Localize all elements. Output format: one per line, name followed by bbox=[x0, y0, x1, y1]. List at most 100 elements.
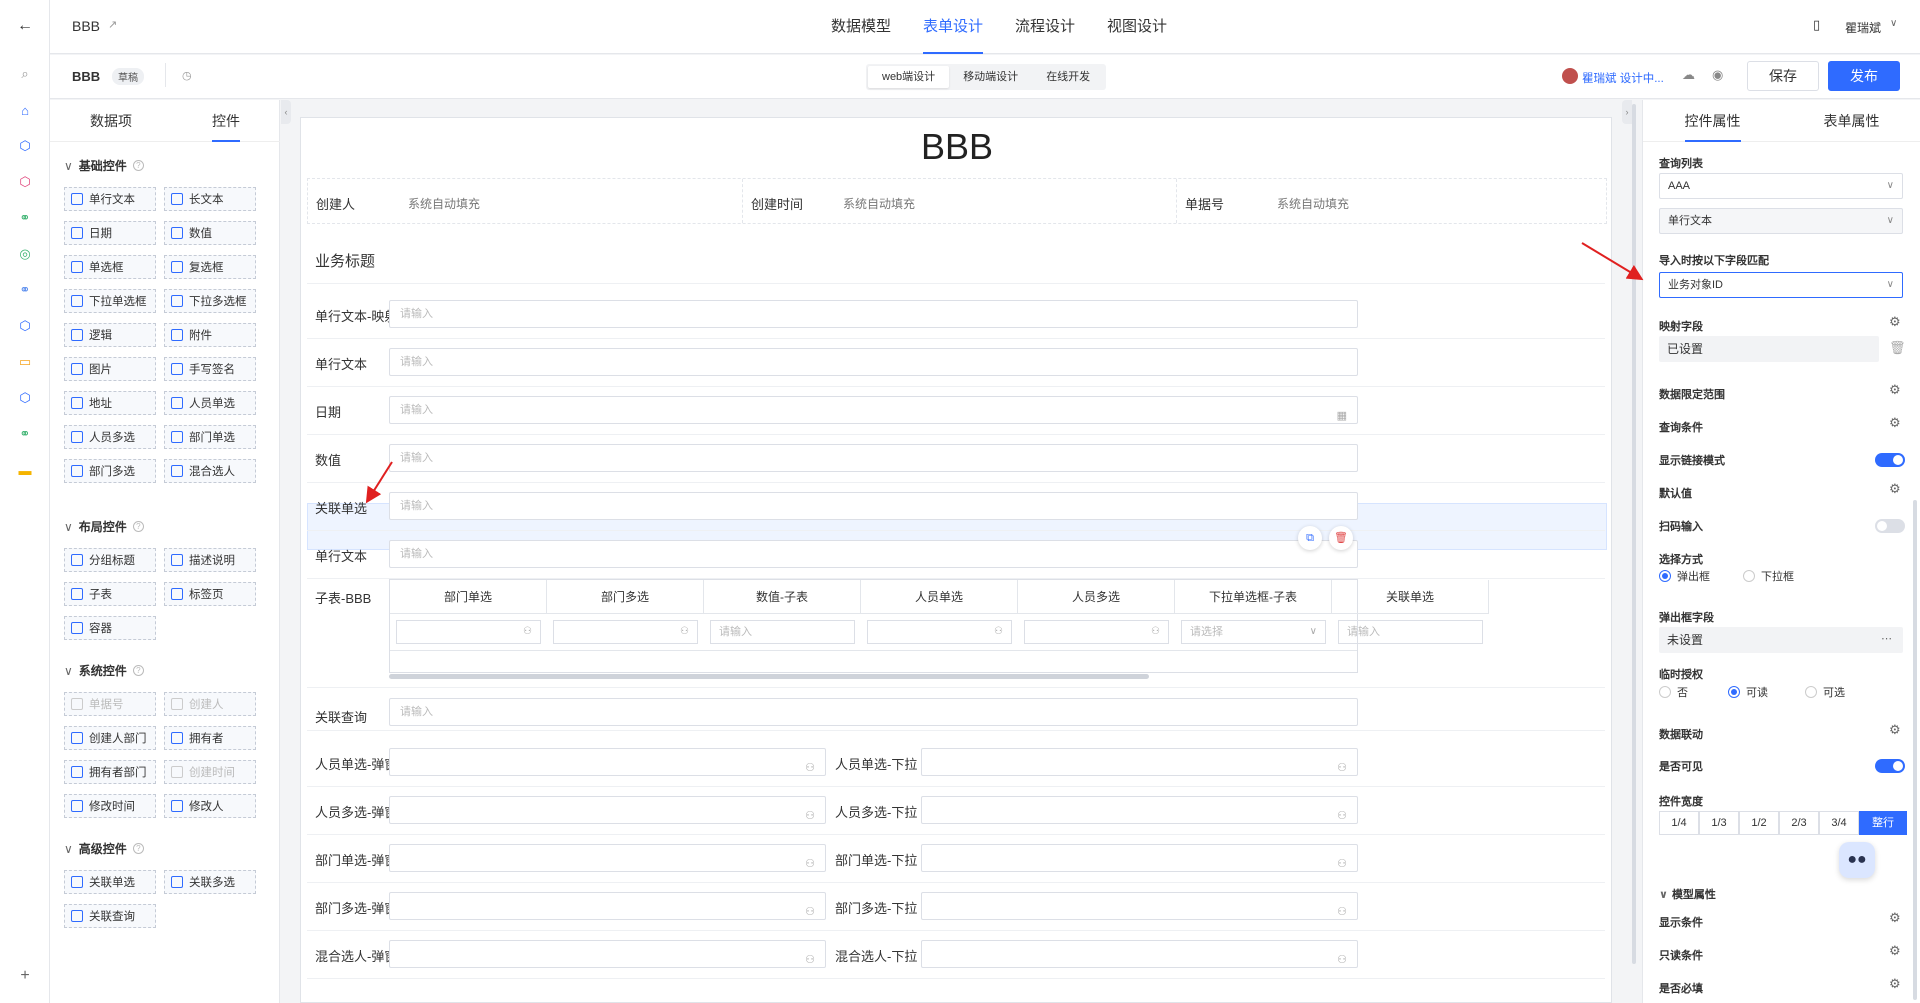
people-picker-input[interactable]: ⚇ bbox=[921, 940, 1358, 968]
control-item[interactable]: 混合选人 bbox=[164, 459, 256, 483]
assistant-robot-icon[interactable]: ●● bbox=[1839, 842, 1875, 878]
user-name[interactable]: 瞿瑞斌 bbox=[1845, 19, 1881, 36]
gear-icon[interactable]: ⚙ bbox=[1889, 943, 1901, 959]
collapse-right-icon[interactable]: › bbox=[1622, 100, 1632, 124]
group-title[interactable]: ∨ 布局控件? bbox=[64, 518, 144, 535]
control-item[interactable]: 拥有者 bbox=[164, 726, 256, 750]
folder-icon[interactable]: ▬ bbox=[15, 460, 35, 480]
collapse-left-icon[interactable]: ‹ bbox=[281, 100, 291, 124]
help-icon[interactable]: ? bbox=[132, 160, 144, 171]
tab-flow-design[interactable]: 流程设计 bbox=[1003, 0, 1087, 54]
control-item[interactable]: 描述说明 bbox=[164, 548, 256, 572]
radio-dropdown[interactable]: 下拉框 bbox=[1743, 568, 1794, 584]
more-icon[interactable]: ⋯ bbox=[1881, 632, 1892, 645]
gear-icon[interactable]: ⚙ bbox=[1889, 382, 1901, 398]
gear-icon[interactable]: ⚙ bbox=[1889, 314, 1901, 330]
mode-web[interactable]: web端设计 bbox=[868, 66, 950, 88]
control-item[interactable]: 部门单选 bbox=[164, 425, 256, 449]
cloud-upload-icon[interactable]: ☁ bbox=[1682, 67, 1695, 83]
field-input[interactable]: 请输入 bbox=[389, 540, 1358, 568]
control-item[interactable]: 创建时间 bbox=[164, 760, 256, 784]
control-item[interactable]: 数值 bbox=[164, 221, 256, 245]
people-picker-input[interactable]: ⚇ bbox=[389, 844, 826, 872]
people-picker-input[interactable]: ⚇ bbox=[389, 892, 826, 920]
chat-icon[interactable]: ▭ bbox=[15, 352, 35, 372]
cube-outline-2-icon[interactable]: ⬡ bbox=[15, 388, 35, 408]
cube-outline-icon[interactable]: ⬡ bbox=[15, 316, 35, 336]
group-title[interactable]: ∨ 基础控件? bbox=[64, 157, 144, 174]
gear-icon[interactable]: ⚙ bbox=[1889, 481, 1901, 497]
subtable-cell-input[interactable]: ⚇ bbox=[1024, 620, 1169, 644]
subtable-cell-input[interactable]: 请输入 bbox=[710, 620, 855, 644]
field-input[interactable]: 请输入 ▦ bbox=[389, 396, 1358, 424]
control-item[interactable]: 关联单选 bbox=[64, 870, 156, 894]
radio-auth-read[interactable]: 可读 bbox=[1728, 684, 1768, 700]
cube-red-icon[interactable]: ⬡ bbox=[15, 172, 35, 192]
control-item[interactable]: 长文本 bbox=[164, 187, 256, 211]
subtable-cell-input[interactable]: ⚇ bbox=[553, 620, 698, 644]
mode-online-dev[interactable]: 在线开发 bbox=[1032, 66, 1104, 88]
panel-scrollbar[interactable] bbox=[1913, 500, 1917, 1000]
publish-button[interactable]: 发布 bbox=[1828, 61, 1900, 91]
group-title[interactable]: ∨ 系统控件? bbox=[64, 662, 144, 679]
link-blue-icon[interactable]: ⚭ bbox=[15, 280, 35, 300]
control-item[interactable]: 图片 bbox=[64, 357, 156, 381]
control-item[interactable]: 关联查询 bbox=[64, 904, 156, 928]
control-item[interactable]: 复选框 bbox=[164, 255, 256, 279]
history-icon[interactable]: ◷ bbox=[182, 69, 192, 82]
width-3-4[interactable]: 3/4 bbox=[1819, 811, 1859, 835]
gear-icon[interactable]: ⚙ bbox=[1889, 910, 1901, 926]
control-item[interactable]: 子表 bbox=[64, 582, 156, 606]
document-icon[interactable]: ▯ bbox=[1813, 17, 1820, 33]
link-green-icon[interactable]: ⚭ bbox=[15, 424, 35, 444]
control-item[interactable]: 创建人部门 bbox=[64, 726, 156, 750]
preview-eye-icon[interactable]: ◉ bbox=[1712, 67, 1723, 83]
tab-form-design[interactable]: 表单设计 bbox=[911, 0, 995, 54]
group-title[interactable]: ∨ 高级控件? bbox=[64, 840, 144, 857]
subtable-scrollbar[interactable] bbox=[389, 674, 1149, 679]
subtable-cell-input[interactable]: ⚇ bbox=[867, 620, 1012, 644]
control-item[interactable]: 修改人 bbox=[164, 794, 256, 818]
control-item[interactable]: 创建人 bbox=[164, 692, 256, 716]
width-1-3[interactable]: 1/3 bbox=[1699, 811, 1739, 835]
control-item[interactable]: 修改时间 bbox=[64, 794, 156, 818]
gear-icon[interactable]: ⚙ bbox=[1889, 415, 1901, 431]
people-picker-input[interactable]: ⚇ bbox=[389, 940, 826, 968]
control-item[interactable]: 附件 bbox=[164, 323, 256, 347]
radio-popup[interactable]: 弹出框 bbox=[1659, 568, 1710, 584]
gear-icon[interactable]: ⚙ bbox=[1889, 976, 1901, 992]
control-item[interactable]: 关联多选 bbox=[164, 870, 256, 894]
mode-mobile[interactable]: 移动端设计 bbox=[949, 66, 1032, 88]
subtable-cell-input[interactable]: ⚇ bbox=[396, 620, 541, 644]
radio-auth-select[interactable]: 可选 bbox=[1805, 684, 1845, 700]
cube-icon[interactable]: ⬡ bbox=[15, 136, 35, 156]
tab-controls[interactable]: 控件 bbox=[212, 100, 240, 142]
tab-control-properties[interactable]: 控件属性 bbox=[1684, 100, 1741, 142]
control-item[interactable]: 单据号 bbox=[64, 692, 156, 716]
control-item[interactable]: 手写签名 bbox=[164, 357, 256, 381]
search-icon[interactable]: ⌕ bbox=[15, 64, 35, 84]
field-input-query[interactable]: 请输入 bbox=[389, 698, 1358, 726]
calendar-icon[interactable]: ▦ bbox=[1337, 403, 1347, 429]
external-link-icon[interactable]: ↗ bbox=[108, 18, 117, 31]
chevron-down-icon[interactable]: ∨ bbox=[1890, 18, 1897, 29]
width-full[interactable]: 整行 bbox=[1859, 811, 1907, 835]
people-picker-input[interactable]: ⚇ bbox=[921, 892, 1358, 920]
help-icon[interactable]: ? bbox=[132, 843, 144, 854]
gear-icon[interactable]: ⚙ bbox=[1889, 722, 1901, 738]
control-item[interactable]: 部门多选 bbox=[64, 459, 156, 483]
trash-icon[interactable]: 🗑 bbox=[1889, 340, 1906, 356]
target-icon[interactable]: ◎ bbox=[15, 244, 35, 264]
tab-form-properties[interactable]: 表单属性 bbox=[1824, 100, 1880, 142]
control-item[interactable]: 单行文本 bbox=[64, 187, 156, 211]
visible-toggle[interactable] bbox=[1875, 759, 1905, 773]
popup-field-value[interactable]: 未设置 bbox=[1659, 627, 1903, 653]
people-picker-input[interactable]: ⚇ bbox=[921, 844, 1358, 872]
field-input[interactable]: 请输入 bbox=[389, 300, 1358, 328]
copy-icon[interactable]: ⧉ bbox=[1298, 526, 1322, 550]
control-item[interactable]: 日期 bbox=[64, 221, 156, 245]
control-item[interactable]: 人员单选 bbox=[164, 391, 256, 415]
people-picker-input[interactable]: ⚇ bbox=[921, 796, 1358, 824]
scan-input-toggle[interactable] bbox=[1875, 519, 1905, 533]
import-match-select[interactable]: 业务对象ID ∨ bbox=[1659, 272, 1903, 298]
